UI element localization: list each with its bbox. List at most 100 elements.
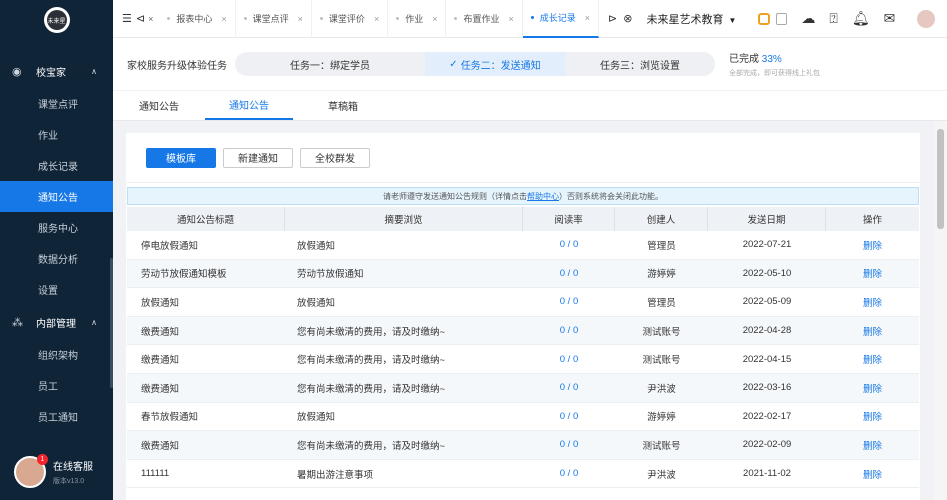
tab-growth-record[interactable]: 成长记录 × xyxy=(522,0,600,38)
task-bar: 家校服务升级体验任务 任务一：绑定学员 ✓ 任务二：发送通知 任务三：浏览设置 已… xyxy=(113,38,947,90)
table-row: 春节放假通知 放假通知 0 / 0 游婷婷 2022-02-17 删除 xyxy=(127,403,919,432)
table-row: 缴费通知 您有尚未缴清的费用，请及时缴纳~ 0 / 0 尹洪波 2022-03-16 删除 xyxy=(127,373,919,403)
delete-link[interactable]: 删除 xyxy=(826,345,919,373)
online-support[interactable]: 1 在线客服 版本v13.0 xyxy=(14,454,93,488)
summary-cell: 您有尚未缴清的费用，请及时缴纳~ xyxy=(297,355,446,367)
tab-class-evaluation[interactable]: 课堂评价 × xyxy=(312,0,389,38)
chevron-up-icon: ∧ xyxy=(91,317,97,327)
title-cell: 停电放假通知 xyxy=(141,240,199,252)
delete-link[interactable]: 删除 xyxy=(826,288,919,316)
cloud-upload-icon[interactable]: ☁ xyxy=(801,10,815,27)
read-rate-cell[interactable]: 0 / 0 xyxy=(523,231,615,259)
delete-link[interactable]: 删除 xyxy=(826,403,919,431)
close-icon[interactable]: × xyxy=(374,14,379,24)
read-rate-cell[interactable]: 0 / 0 xyxy=(523,260,615,288)
sidebar-item-announcements[interactable]: 通知公告 xyxy=(0,181,113,212)
sub-tabs: 通知公告 通知公告 草稿箱 xyxy=(113,91,947,121)
rules-notice: 请老师遵守发送通知公告规则（详情点击 帮助中心 ）否则系统将会关闭此功能。 xyxy=(127,187,919,205)
bell-icon[interactable]: 🔔︎ xyxy=(852,10,870,27)
creator-cell: 管理员 xyxy=(647,240,676,252)
version-label: 版本v13.0 xyxy=(53,478,85,485)
sidebar-item-data-analysis[interactable]: 数据分析 xyxy=(0,243,113,274)
step-send-notice[interactable]: ✓ 任务二：发送通知 xyxy=(425,52,565,76)
tab-report-center[interactable]: 报表中心 × xyxy=(159,0,236,38)
user-avatar[interactable] xyxy=(917,9,936,28)
menu-icon[interactable]: ☰ xyxy=(122,12,132,25)
next-circle-icon[interactable]: ⊳ xyxy=(608,12,617,25)
delete-link[interactable]: 删除 xyxy=(826,460,919,488)
delete-link[interactable]: 删除 xyxy=(826,260,919,288)
read-rate-cell[interactable]: 0 / 0 xyxy=(523,317,615,345)
title-cell: 春节放假通知 xyxy=(141,412,199,424)
sidebar-item-settings[interactable]: 设置 xyxy=(0,274,113,305)
chevron-up-icon: ∧ xyxy=(91,66,97,76)
title-cell: 111111 xyxy=(141,468,170,480)
summary-cell: 放假通知 xyxy=(297,412,336,424)
check-circle-icon: ✓ xyxy=(449,58,458,70)
close-icon[interactable]: × xyxy=(432,14,437,24)
close-icon[interactable]: × xyxy=(585,13,590,23)
sidebar-scrollbar[interactable] xyxy=(110,258,113,388)
subtab-notice-1[interactable]: 通知公告 xyxy=(115,90,203,120)
table-row: 停电放假通知 放假通知 0 / 0 管理员 2022-07-21 删除 xyxy=(127,231,919,260)
sidebar: 未来星 ◉ 校宝家 ∧ 课堂点评 作业 成长记录 通知公告 服务中心 数据分析 … xyxy=(0,0,113,500)
sidebar-item-growth-record[interactable]: 成长记录 xyxy=(0,150,113,181)
nav-group-xiaobaojia[interactable]: ◉ 校宝家 ∧ xyxy=(0,54,113,88)
table-row: 111111 暑期出游注意事项 0 / 0 尹洪波 2021-11-02 删除 xyxy=(127,460,919,489)
new-notice-button[interactable]: 新建通知 xyxy=(223,147,293,168)
org-switcher[interactable]: 未来星艺术教育 ▼ xyxy=(646,11,736,27)
step-browse-settings[interactable]: 任务三：浏览设置 xyxy=(565,52,715,76)
close-icon[interactable]: × xyxy=(221,14,226,24)
date-cell: 2022-02-17 xyxy=(742,410,792,422)
summary-cell: 您有尚未缴清的费用，请及时缴纳~ xyxy=(297,440,446,452)
title-cell: 缴费通知 xyxy=(141,355,180,367)
close-icon[interactable]: × xyxy=(509,14,514,24)
sidebar-item-service-center[interactable]: 服务中心 xyxy=(0,212,113,243)
read-rate-cell[interactable]: 0 / 0 xyxy=(523,288,615,316)
close-circle-icon[interactable]: ⊗ xyxy=(623,12,632,25)
sidebar-item-staff-notice[interactable]: 员工通知 xyxy=(0,401,113,432)
close-icon[interactable]: × xyxy=(298,14,303,24)
step-bind-students[interactable]: 任务一：绑定学员 xyxy=(235,52,425,76)
read-rate-cell[interactable]: 0 / 0 xyxy=(523,431,615,459)
tab-assign-homework[interactable]: 布置作业 × xyxy=(446,0,523,38)
sidebar-item-class-review[interactable]: 课堂点评 xyxy=(0,88,113,119)
sidebar-item-homework[interactable]: 作业 xyxy=(0,119,113,150)
broadcast-button[interactable]: 全校群发 xyxy=(300,147,370,168)
delete-link[interactable]: 删除 xyxy=(826,374,919,402)
close-all-icon[interactable]: × xyxy=(148,14,153,24)
date-cell: 2022-07-21 xyxy=(742,239,792,251)
chat-icon[interactable]: ✉ xyxy=(884,10,896,27)
subtab-notice-2[interactable]: 通知公告 xyxy=(205,90,293,120)
main-scrollbar[interactable] xyxy=(934,121,947,500)
read-rate-cell[interactable]: 0 / 0 xyxy=(523,345,615,373)
delete-link[interactable]: 删除 xyxy=(826,431,919,459)
read-rate-cell[interactable]: 0 / 0 xyxy=(523,403,615,431)
scrollbar-thumb[interactable] xyxy=(937,129,944,229)
read-rate-cell[interactable]: 0 / 0 xyxy=(523,374,615,402)
nav-home-icon: ◉ xyxy=(12,65,22,78)
prev-circle-icon[interactable]: ⊲ xyxy=(136,12,145,25)
delete-link[interactable]: 删除 xyxy=(826,231,919,259)
date-cell: 2022-03-16 xyxy=(742,382,792,394)
help-icon[interactable]: ⍰ xyxy=(829,10,837,27)
task-progress: 已完成 33% 全部完成，即可获得线上礼包 xyxy=(729,54,820,77)
summary-cell: 放假通知 xyxy=(297,240,336,252)
gift-box-icon[interactable] xyxy=(776,12,788,25)
table-row: 放假通知 放假通知 0 / 0 管理员 2022-05-09 删除 xyxy=(127,288,919,317)
coin-icon[interactable] xyxy=(758,12,771,25)
summary-cell: 放假通知 xyxy=(297,297,336,309)
nav-group-internal[interactable]: ⁂ 内部管理 ∧ xyxy=(0,305,113,339)
support-label: 在线客服 xyxy=(53,462,93,473)
tab-class-review[interactable]: 课堂点评 × xyxy=(236,0,312,38)
sidebar-item-org-structure[interactable]: 组织架构 xyxy=(0,339,113,370)
creator-cell: 尹洪波 xyxy=(647,469,676,481)
org-tree-icon: ⁂ xyxy=(12,316,23,329)
read-rate-cell[interactable]: 0 / 0 xyxy=(523,460,615,488)
template-library-button[interactable]: 模板库 xyxy=(146,147,216,168)
help-center-link[interactable]: 帮助中心 xyxy=(527,191,559,202)
tab-homework[interactable]: 作业 × xyxy=(388,0,447,38)
subtab-drafts[interactable]: 草稿箱 xyxy=(299,90,387,120)
delete-link[interactable]: 删除 xyxy=(826,317,919,345)
sidebar-item-staff[interactable]: 员工 xyxy=(0,370,113,401)
